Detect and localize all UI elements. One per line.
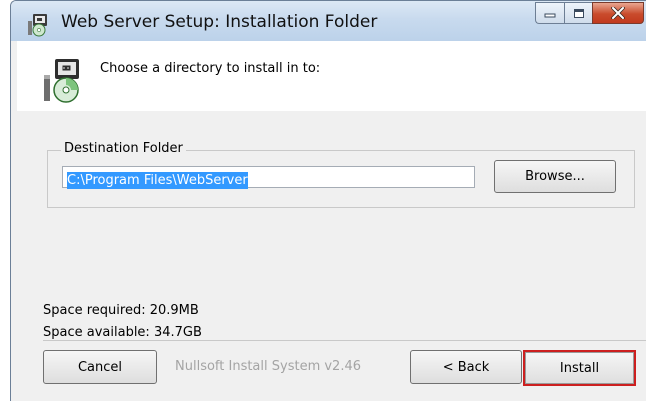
back-button[interactable]: < Back	[410, 350, 522, 384]
destination-path-value: C:\Program Files\WebServer	[67, 172, 248, 189]
close-icon	[611, 7, 625, 19]
installer-window: Web Server Setup: Installation Folder Ch…	[10, 0, 646, 401]
footer-separator	[43, 340, 646, 341]
instruction-text: Choose a directory to install in to:	[100, 61, 321, 76]
cancel-button[interactable]: Cancel	[43, 350, 157, 384]
dialog-body: Choose a directory to install in to: Des…	[17, 41, 646, 401]
browse-button[interactable]: Browse...	[494, 160, 616, 193]
installer-icon	[28, 14, 47, 37]
installer-disc-icon	[44, 59, 79, 103]
space-required-text: Space required: 20.9MB	[43, 303, 199, 318]
nsis-branding: Nullsoft Install System v2.46	[175, 359, 362, 374]
install-button[interactable]: Install	[523, 350, 636, 386]
header-band: Choose a directory to install in to:	[17, 41, 646, 111]
window-controls	[535, 2, 646, 26]
maximize-button[interactable]	[564, 2, 592, 24]
title-bar[interactable]: Web Server Setup: Installation Folder	[11, 1, 646, 41]
destination-folder-label: Destination Folder	[61, 141, 186, 156]
window-title: Web Server Setup: Installation Folder	[61, 12, 378, 32]
space-available-text: Space available: 34.7GB	[43, 325, 202, 340]
maximize-icon	[573, 8, 584, 18]
minimize-icon	[544, 13, 556, 18]
minimize-button[interactable]	[535, 2, 564, 24]
destination-path-input[interactable]: C:\Program Files\WebServer	[62, 166, 475, 189]
close-button[interactable]	[592, 2, 644, 24]
